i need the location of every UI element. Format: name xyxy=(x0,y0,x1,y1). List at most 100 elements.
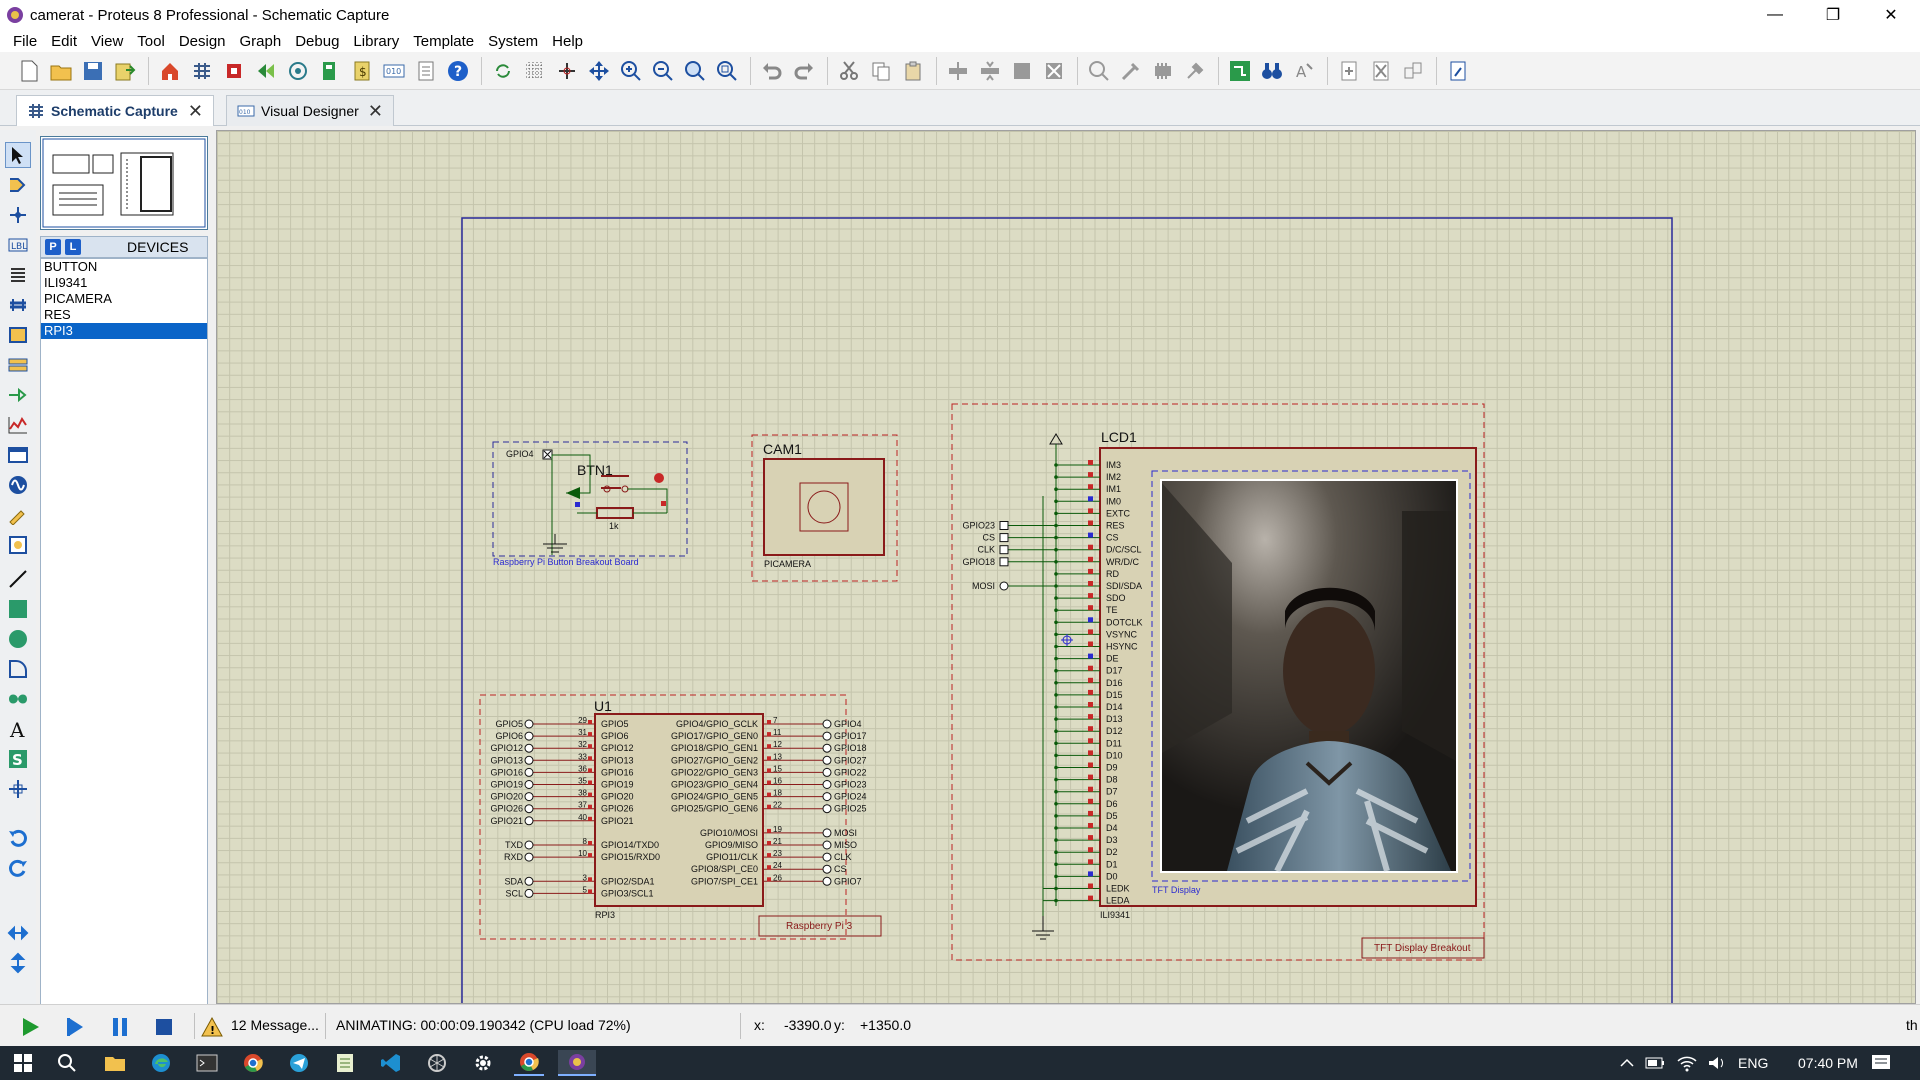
rpi-right-pin-terminal[interactable] xyxy=(822,852,832,862)
junction-dot-icon[interactable] xyxy=(5,202,31,228)
component-mode-icon[interactable] xyxy=(5,172,31,198)
search-component-icon[interactable] xyxy=(1257,56,1287,86)
home-icon[interactable] xyxy=(155,56,185,86)
device-item-ili9341[interactable]: ILI9341 xyxy=(41,275,207,291)
tab-schematic-capture[interactable]: Schematic Capture ✕ xyxy=(16,95,214,126)
button-resistor[interactable] xyxy=(596,507,634,519)
block-delete-icon[interactable] xyxy=(1039,56,1069,86)
generator-mode-icon[interactable] xyxy=(5,472,31,498)
edge-browser-icon[interactable] xyxy=(146,1050,176,1076)
rpi-left-pin-terminal[interactable] xyxy=(524,780,534,789)
unity-icon[interactable] xyxy=(422,1050,452,1076)
paste-icon[interactable] xyxy=(898,56,928,86)
new-file-icon[interactable] xyxy=(14,56,44,86)
lcd-net-terminal[interactable] xyxy=(999,533,1009,543)
origin-icon[interactable] xyxy=(552,56,582,86)
show-hidden-icons-chevron-icon[interactable] xyxy=(1612,1050,1642,1076)
notes-icon[interactable] xyxy=(411,56,441,86)
zoom-in-icon[interactable] xyxy=(616,56,646,86)
rpi-right-pin-terminal[interactable] xyxy=(822,792,832,802)
telegram-icon[interactable] xyxy=(284,1050,314,1076)
package-tool-icon[interactable] xyxy=(1148,56,1178,86)
rpi-right-pin-terminal[interactable] xyxy=(822,755,832,765)
menu-debug[interactable]: Debug xyxy=(288,33,346,50)
minimize-button[interactable]: — xyxy=(1746,0,1804,30)
menu-system[interactable]: System xyxy=(481,33,545,50)
tab-visual-designer[interactable]: 010 Visual Designer ✕ xyxy=(226,95,394,126)
instruments-icon[interactable] xyxy=(5,532,31,558)
rpi-left-pin-terminal[interactable] xyxy=(524,743,534,753)
refresh-icon[interactable] xyxy=(488,56,518,86)
lcd-net-terminal[interactable] xyxy=(999,545,1009,555)
pcb-icon[interactable] xyxy=(219,56,249,86)
rpi-left-pin-terminal[interactable] xyxy=(524,767,534,777)
property-assignment-icon[interactable]: A xyxy=(1289,56,1319,86)
rpi-left-pin-terminal[interactable] xyxy=(524,804,534,814)
play-button[interactable] xyxy=(16,1015,44,1039)
menu-template[interactable]: Template xyxy=(406,33,481,50)
lcd-net-terminal[interactable] xyxy=(999,557,1009,567)
block-copy-icon[interactable] xyxy=(943,56,973,86)
search-icon[interactable] xyxy=(52,1050,82,1076)
pick-device-icon[interactable] xyxy=(1084,56,1114,86)
notifications-icon[interactable] xyxy=(1866,1050,1896,1076)
grid-toggle-icon[interactable] xyxy=(520,56,550,86)
selection-mode-icon[interactable] xyxy=(5,142,31,168)
file-explorer-icon[interactable] xyxy=(100,1050,130,1076)
rpi-left-pin-terminal[interactable] xyxy=(524,816,534,826)
rpi-left-pin-terminal[interactable] xyxy=(524,792,534,802)
line-tool-icon[interactable] xyxy=(5,566,31,592)
block-move-icon[interactable] xyxy=(975,56,1005,86)
rpi-left-pin-terminal[interactable] xyxy=(524,852,534,862)
close-window-button[interactable]: ✕ xyxy=(1862,0,1920,30)
mirror-vertical-icon[interactable] xyxy=(5,950,31,976)
chrome-icon[interactable] xyxy=(238,1050,268,1076)
pick-devices-button[interactable]: P xyxy=(45,239,61,255)
rpi-left-pin-terminal[interactable] xyxy=(524,840,534,850)
open-folder-icon[interactable] xyxy=(46,56,76,86)
source-code-icon[interactable]: 010 xyxy=(379,56,409,86)
3d-view-icon[interactable] xyxy=(251,56,281,86)
graph-mode-icon[interactable] xyxy=(5,412,31,438)
wire-autorouter-icon[interactable] xyxy=(1225,56,1255,86)
wire-label-icon[interactable]: LBL xyxy=(5,232,31,258)
marker-tool-icon[interactable] xyxy=(5,776,31,802)
help-icon[interactable]: ? xyxy=(443,56,473,86)
volume-icon[interactable] xyxy=(1702,1050,1732,1076)
pause-button[interactable] xyxy=(106,1015,134,1039)
cut-icon[interactable] xyxy=(834,56,864,86)
windows-start-icon[interactable] xyxy=(8,1050,38,1076)
menu-tool[interactable]: Tool xyxy=(130,33,172,50)
lcd-net-terminal[interactable] xyxy=(999,521,1009,530)
terminals-icon[interactable] xyxy=(5,352,31,378)
circle-tool-icon[interactable] xyxy=(5,626,31,652)
rpi-right-pin-terminal[interactable] xyxy=(822,731,832,741)
rpi-right-pin-terminal[interactable] xyxy=(822,719,832,729)
battery-icon[interactable] xyxy=(1640,1050,1670,1076)
decompose-icon[interactable] xyxy=(1180,56,1210,86)
device-item-picamera[interactable]: PICAMERA xyxy=(41,291,207,307)
stop-button[interactable] xyxy=(150,1015,178,1039)
rpi-right-pin-terminal[interactable] xyxy=(822,767,832,777)
rpi-right-pin-terminal[interactable] xyxy=(822,864,832,874)
exit-to-parent-icon[interactable] xyxy=(1398,56,1428,86)
copy-icon[interactable] xyxy=(866,56,896,86)
device-pins-icon[interactable] xyxy=(5,382,31,408)
vscode-icon[interactable] xyxy=(376,1050,406,1076)
rpi-left-pin-terminal[interactable] xyxy=(524,719,534,729)
make-device-icon[interactable] xyxy=(1116,56,1146,86)
rpi-right-pin-terminal[interactable] xyxy=(822,780,832,789)
chrome-running-icon[interactable] xyxy=(514,1050,544,1076)
menu-graph[interactable]: Graph xyxy=(233,33,289,50)
text-script-icon[interactable] xyxy=(5,262,31,288)
schematic-icon[interactable] xyxy=(187,56,217,86)
tab-schematic-close-icon[interactable]: ✕ xyxy=(188,101,203,122)
pan-icon[interactable] xyxy=(584,56,614,86)
settings-gear-icon[interactable] xyxy=(468,1050,498,1076)
overview-window[interactable] xyxy=(40,136,208,230)
step-button[interactable] xyxy=(62,1015,90,1039)
device-item-res[interactable]: RES xyxy=(41,307,207,323)
tab-visual-designer-close-icon[interactable]: ✕ xyxy=(368,101,383,122)
rpi-right-pin-terminal[interactable] xyxy=(822,840,832,850)
design-report-icon[interactable] xyxy=(1443,56,1473,86)
